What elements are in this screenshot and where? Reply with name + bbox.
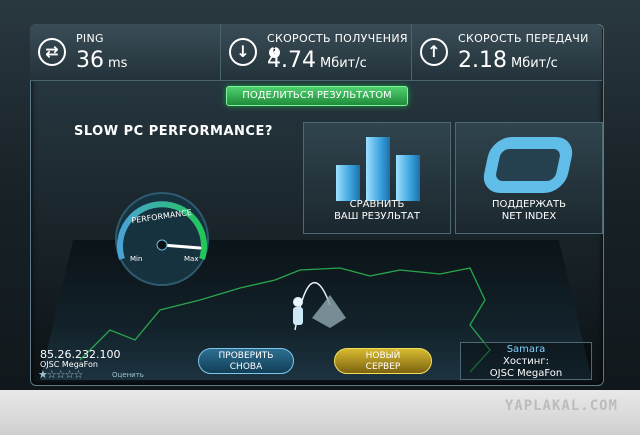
netindex-caption: ПОДДЕРЖАТЬ NET INDEX [456,199,602,223]
upload-unit: Мбит/с [510,56,558,71]
download-value: 4.74 [267,48,316,73]
retry-line2: СНОВА [229,362,263,372]
compare-caption: СРАВНИТЬ ВАШ РЕЗУЛЬТАТ [304,199,450,223]
performance-gauge: PERFORMANCE Min Max [115,192,209,286]
upload-arrow-icon: ↑ [420,38,448,66]
star-icon: ☆ [55,368,66,381]
net-index-logo-icon [480,137,576,193]
gauge-max: Max [184,255,198,263]
star-icon: ☆ [46,368,57,381]
netindex-line2: NET INDEX [501,211,557,222]
star-icon: ★ [38,368,48,381]
user-marker-icon [293,297,303,307]
ping-value-row: 36 ms [76,48,127,73]
host-name: OJSC MegaFon [489,368,563,379]
watermark: YAPLAKAL.COM [504,398,618,414]
download-unit: Мбит/с [319,56,367,71]
download-label: СКОРОСТЬ ПОЛУЧЕНИЯ [267,32,408,45]
ping-arrows-icon: ⇄ [38,38,66,66]
server-line2: СЕРВЕР [365,362,401,372]
share-result-button[interactable]: ПОДЕЛИТЬСЯ РЕЗУЛЬТАТОМ [226,86,408,106]
ping-unit: ms [108,56,128,71]
host-info: Samara Хостинг: OJSC MegaFon [460,342,592,380]
speedtest-app: ⇄ PING 36 ms ↓ СКОРОСТЬ ПОЛУЧЕНИЯi 4.74 Мб… [0,0,640,435]
rating-stars[interactable]: ★☆☆☆☆ [38,368,84,381]
compare-result-tile[interactable]: СРАВНИТЬ ВАШ РЕЗУЛЬТАТ [303,122,451,234]
gauge-min: Min [130,255,142,263]
host-city: Samara [506,344,546,355]
download-stat: ↓ СКОРОСТЬ ПОЛУЧЕНИЯi 4.74 Мбит/с [221,24,412,80]
rate-label[interactable]: Оценить [112,371,144,379]
ping-label: PING [76,32,104,45]
ping-value: 36 [76,48,104,73]
bar-chart-icon [336,131,420,201]
upload-value-row: 2.18 Мбит/с [458,48,558,73]
retry-line1: ПРОВЕРИТЬ [218,351,274,361]
server-pyramid-icon [312,295,346,328]
star-icon: ☆ [64,368,75,381]
bottom-bar: 85.26.232.100 OJSC MegaFon ★☆☆☆☆ Оценить… [30,340,602,384]
new-server-button[interactable]: НОВЫЙ СЕРВЕР [334,348,432,374]
slow-pc-headline[interactable]: SLOW PC PERFORMANCE? [74,124,273,139]
upload-stat: ↑ СКОРОСТЬ ПЕРЕДАЧИ 2.18 Мбит/с [412,24,602,80]
server-line1: НОВЫЙ [365,351,401,361]
net-index-tile[interactable]: ПОДДЕРЖАТЬ NET INDEX [455,122,603,234]
ping-stat: ⇄ PING 36 ms [30,24,221,80]
host-label: Хостинг: [503,356,549,367]
netindex-line1: ПОДДЕРЖАТЬ [492,199,566,210]
download-value-row: 4.74 Мбит/с [267,48,367,73]
download-arrow-icon: ↓ [229,38,257,66]
stats-header: ⇄ PING 36 ms ↓ СКОРОСТЬ ПОЛУЧЕНИЯi 4.74 Мб… [30,24,602,81]
upload-value: 2.18 [458,48,507,73]
retry-button[interactable]: ПРОВЕРИТЬ СНОВА [198,348,294,374]
upload-label: СКОРОСТЬ ПЕРЕДАЧИ [458,32,589,45]
compare-line2: ВАШ РЕЗУЛЬТАТ [334,211,420,222]
compare-line1: СРАВНИТЬ [349,199,405,210]
site-footer: YAPLAKAL.COM [0,390,640,435]
star-icon: ☆ [73,368,84,381]
